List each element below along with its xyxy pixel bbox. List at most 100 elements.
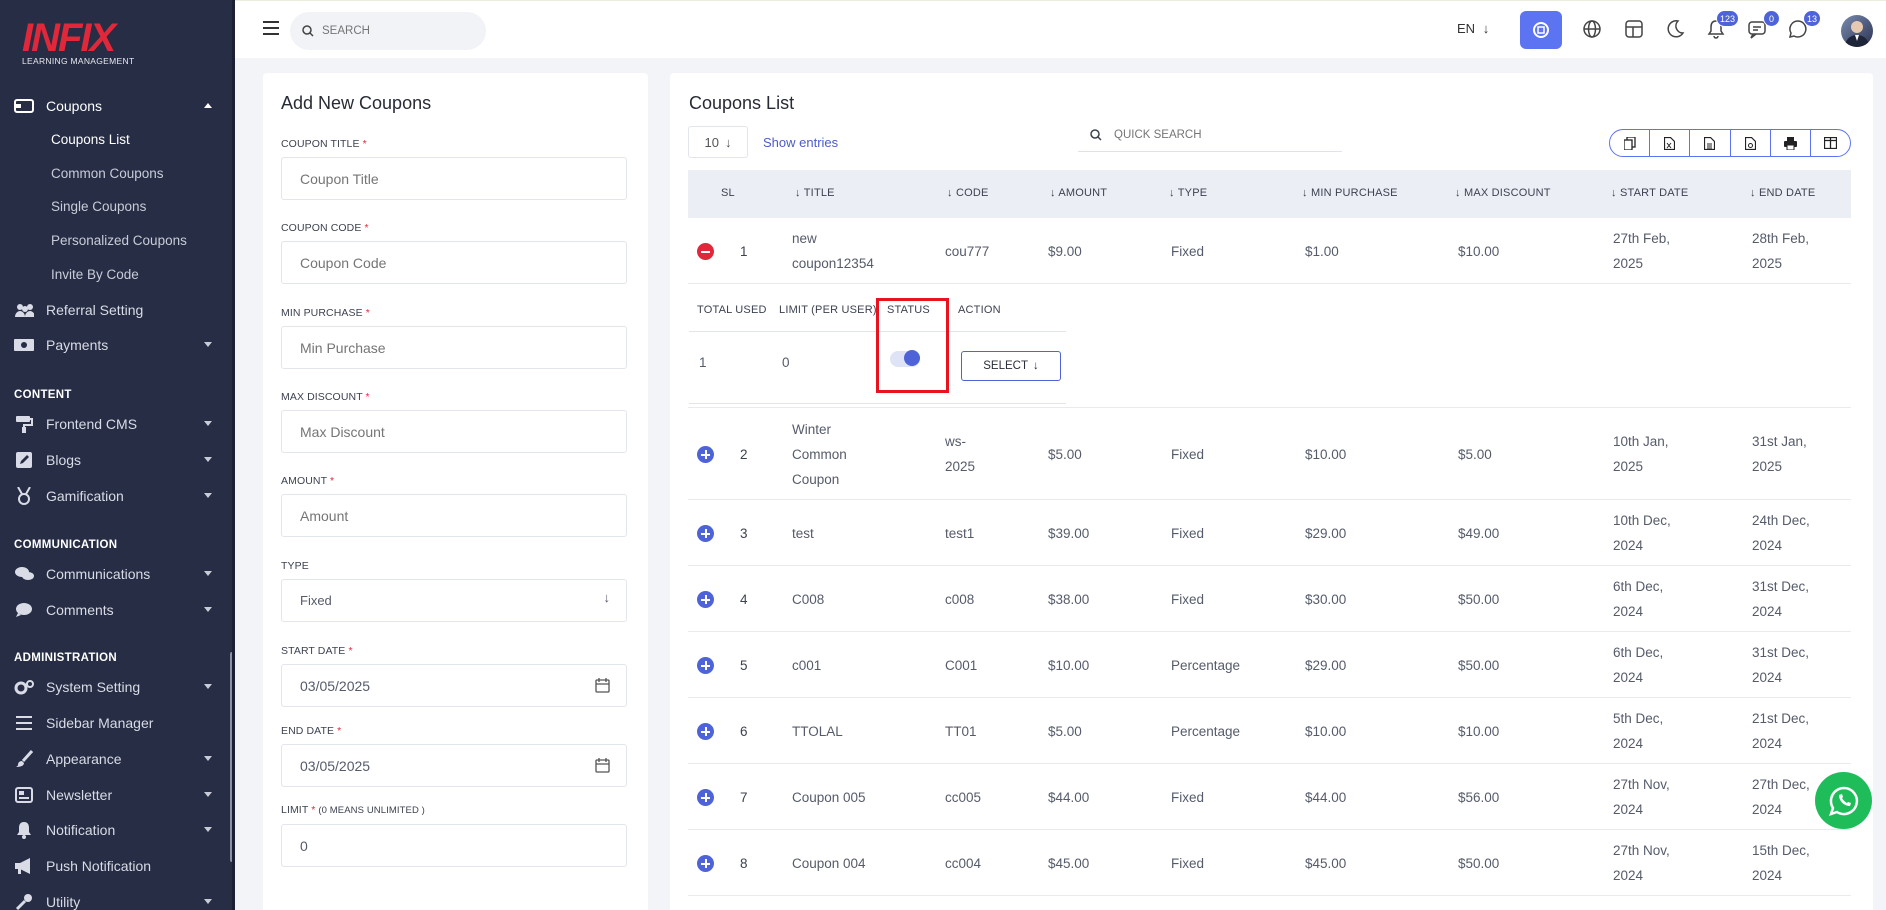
cell-sl: 2 [740,446,748,462]
sidebar-item-referral-setting[interactable]: Referral Setting [0,295,232,325]
column-header-type[interactable]: ↓ TYPE [1169,187,1207,199]
column-header-min-purchase[interactable]: ↓ MIN PURCHASE [1302,187,1398,199]
table-row[interactable]: 8 Coupon 004 cc004 $45.00 Fixed $45.00 $50.00 2… [688,830,1851,896]
sidebar-item-push-notification[interactable]: Push Notification [0,851,232,881]
pdf-button[interactable] [1731,130,1771,156]
cell-start-date: 27th Nov, 2024 [1613,777,1670,817]
cell-end-date: 31st Jan, 2025 [1752,434,1807,474]
globe-button[interactable] [1577,14,1607,44]
calendar-icon[interactable] [595,758,610,773]
sidebar-item-comments[interactable]: Comments [0,595,232,625]
entries-select[interactable]: 10 ↓ [688,126,748,158]
column-header-sl[interactable]: SL [721,187,735,199]
excel-button[interactable] [1650,130,1691,156]
column-header-title[interactable]: ↓ TITLE [795,187,835,199]
money-icon [14,337,34,353]
type-select[interactable]: Fixed ↓ [281,579,627,622]
table-row[interactable]: 5 c001 C001 $10.00 Percentage $29.00 $50.00 6th… [688,632,1851,698]
search-input[interactable] [322,25,472,37]
expand-row-icon[interactable] [697,723,714,740]
quick-search[interactable] [1078,118,1342,152]
coupon-title-field[interactable] [281,157,627,200]
chat-count-badge: 13 [1802,10,1821,27]
csv-button[interactable] [1690,130,1731,156]
end-date-field[interactable]: 03/05/2025 [281,744,627,787]
coupon-title-input[interactable] [300,170,560,187]
start-date-field[interactable]: 03/05/2025 [281,664,627,707]
expand-row-icon[interactable] [697,855,714,872]
chevron-down-icon [204,421,212,426]
amount-input[interactable] [300,507,560,524]
csv-file-icon [1704,136,1716,150]
max-discount-input[interactable] [300,423,560,440]
sidebar-item-utility[interactable]: Utility [0,887,232,910]
column-header-end-date[interactable]: ↓ END DATE [1750,187,1815,199]
columns-button[interactable] [1811,130,1850,156]
chat-button[interactable]: 13 [1783,10,1821,44]
sidebar-item-frontend-cms[interactable]: Frontend CMS [0,409,232,439]
min-purchase-input[interactable] [300,339,560,356]
chevron-up-icon [204,103,212,108]
avatar[interactable] [1841,15,1873,47]
detail-limit-per-user: 0 [782,355,790,370]
expand-row-icon[interactable] [697,657,714,674]
max-discount-field[interactable] [281,410,627,453]
expand-row-icon[interactable] [697,591,714,608]
wrench-icon [14,894,34,910]
cell-start-date: 27th Nov, 2024 [1613,843,1670,883]
expand-row-icon[interactable] [697,525,714,542]
layout-button[interactable] [1619,14,1649,44]
sidebar-item-notification[interactable]: Notification [0,815,232,845]
coupon-code-input[interactable] [300,254,560,271]
menu-toggle-icon[interactable] [263,21,279,35]
table-row[interactable]: 6 TTOLAL TT01 $5.00 Percentage $10.00 $10.00 5t… [688,698,1851,764]
collapse-row-icon[interactable] [697,243,714,260]
sidebar-subitem-common-coupons[interactable]: Common Coupons [51,166,164,181]
table-row[interactable]: 4 C008 c008 $38.00 Fixed $30.00 $50.00 6th Dec,… [688,566,1851,632]
table-row[interactable]: 7 Coupon 005 cc005 $44.00 Fixed $44.00 $56.00 2… [688,764,1851,830]
language-selector[interactable]: EN ↓ [1457,21,1489,36]
sidebar-item-newsletter[interactable]: Newsletter [0,780,232,810]
column-header-amount[interactable]: ↓ AMOUNT [1050,187,1107,199]
table-row[interactable]: 2 Winter Common Coupon ws- 2025 $5.00 Fixed $10.… [688,408,1851,500]
sidebar-item-coupons[interactable]: Coupons [0,91,232,121]
column-header-max-discount[interactable]: ↓ MAX DISCOUNT [1455,187,1551,199]
sidebar-item-communications[interactable]: Communications [0,559,232,589]
whatsapp-button[interactable] [1815,772,1872,829]
column-header-code[interactable]: ↓ CODE [947,187,989,199]
print-button[interactable] [1771,130,1811,156]
sidebar-item-system-setting[interactable]: System Setting [0,672,232,702]
sidebar-subitem-personalized-coupons[interactable]: Personalized Coupons [51,233,187,248]
limit-field[interactable]: 0 [281,824,627,867]
table-row[interactable]: 1 new coupon12354 cou777 $9.00 Fixed $1.00 $10.… [688,218,1851,284]
sidebar-subitem-coupons-list[interactable]: Coupons List [51,132,130,147]
quick-search-input[interactable] [1114,128,1314,141]
amount-field[interactable] [281,494,627,537]
sidebar-item-appearance[interactable]: Appearance [0,744,232,774]
sidebar-item-sidebar-manager[interactable]: Sidebar Manager [0,708,232,738]
coupon-code-field[interactable] [281,241,627,284]
calendar-icon[interactable] [595,678,610,693]
table-row[interactable]: 3 test test1 $39.00 Fixed $29.00 $49.00 10th De… [688,500,1851,566]
column-header-start-date[interactable]: ↓ START DATE [1611,187,1688,199]
expand-row-icon[interactable] [697,446,714,463]
min-purchase-field[interactable] [281,326,627,369]
expand-row-icon[interactable] [697,789,714,806]
action-select-button[interactable]: SELECT ↓ [961,351,1061,381]
sidebar-item-gamification[interactable]: Gamification [0,481,232,511]
dark-mode-button[interactable] [1660,14,1690,44]
sidebar-item-blogs[interactable]: Blogs [0,445,232,475]
logo[interactable]: INFIX LEARNING MANAGEMENT [22,18,142,70]
sidebar-subitem-invite-by-code[interactable]: Invite By Code [51,267,139,282]
sidebar-item-label: Notification [46,822,116,838]
sidebar-item-label: Blogs [46,452,82,468]
messages-button[interactable]: 0 [1742,10,1780,44]
copy-button[interactable] [1610,130,1651,156]
cell-end-date: 31st Dec, 2024 [1752,645,1810,685]
search-icon [302,25,314,37]
settings-chip-button[interactable] [1520,11,1562,49]
global-search[interactable] [290,12,486,50]
notifications-button[interactable]: 123 [1701,10,1739,44]
sidebar-subitem-single-coupons[interactable]: Single Coupons [51,199,146,214]
sidebar-item-payments[interactable]: Payments [0,330,232,360]
